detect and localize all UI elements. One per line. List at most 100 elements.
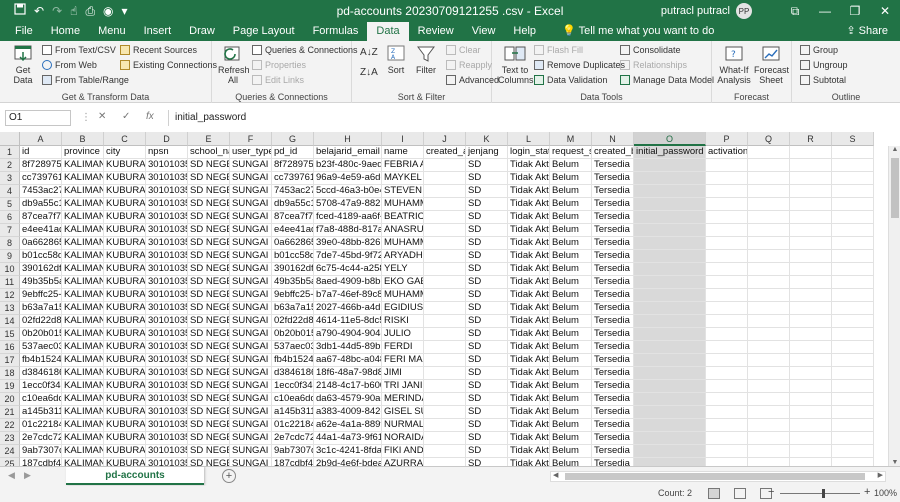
table-cell[interactable]: KUBURAYA: [104, 159, 146, 172]
table-cell[interactable]: [790, 458, 832, 466]
insert-function-icon[interactable]: fx: [146, 111, 154, 122]
column-header-h[interactable]: H: [314, 132, 382, 146]
column-header-q[interactable]: Q: [748, 132, 790, 146]
table-cell[interactable]: fb4b1524-: [272, 354, 314, 367]
table-cell[interactable]: SD NEGERI: [188, 315, 230, 328]
header-cell[interactable]: created_b: [592, 146, 634, 159]
table-cell[interactable]: 30101035: [146, 458, 188, 466]
table-cell[interactable]: [832, 289, 874, 302]
table-cell[interactable]: SD NEGERI: [188, 445, 230, 458]
table-cell[interactable]: Tersedia: [592, 159, 634, 172]
row-header[interactable]: 9: [0, 250, 20, 263]
table-cell[interactable]: KUBURAYA: [104, 393, 146, 406]
table-cell[interactable]: [832, 328, 874, 341]
close-icon[interactable]: ✕: [870, 0, 900, 22]
scroll-left-icon[interactable]: ◀: [553, 471, 558, 479]
table-cell[interactable]: ARYADHIKA: [382, 250, 424, 263]
table-cell[interactable]: [634, 354, 706, 367]
column-header-m[interactable]: M: [550, 132, 592, 146]
table-cell[interactable]: KALIMANT: [62, 185, 104, 198]
table-cell[interactable]: [748, 289, 790, 302]
table-cell[interactable]: [424, 367, 466, 380]
cancel-icon[interactable]: ✕: [98, 111, 106, 122]
table-cell[interactable]: [706, 419, 748, 432]
table-cell[interactable]: Belum: [550, 185, 592, 198]
table-cell[interactable]: 2148-4c17-b600-4: [314, 380, 382, 393]
table-cell[interactable]: Tidak Akti: [508, 393, 550, 406]
sheet-tab[interactable]: pd-accounts 20230709121255: [66, 467, 204, 498]
table-cell[interactable]: [748, 276, 790, 289]
table-cell[interactable]: 30101035: [146, 445, 188, 458]
table-cell[interactable]: KALIMANT: [62, 328, 104, 341]
table-cell[interactable]: 2027-466b-a4d6-: [314, 302, 382, 315]
table-cell[interactable]: SUNGAI: [230, 458, 272, 466]
table-cell[interactable]: Tersedia: [592, 211, 634, 224]
table-cell[interactable]: [832, 276, 874, 289]
table-cell[interactable]: BEATRICE ESTEVANI: [382, 211, 424, 224]
table-cell[interactable]: 44a1-4a73-9f61-c: [314, 432, 382, 445]
table-cell[interactable]: SUNGAI: [230, 198, 272, 211]
table-cell[interactable]: [748, 328, 790, 341]
table-cell[interactable]: SD: [466, 315, 508, 328]
table-cell[interactable]: 0b20b015-: [272, 328, 314, 341]
table-cell[interactable]: da63-4579-90ad-: [314, 393, 382, 406]
table-cell[interactable]: SD NEGERI: [188, 289, 230, 302]
table-cell[interactable]: [832, 393, 874, 406]
table-cell[interactable]: [748, 224, 790, 237]
table-cell[interactable]: 9ab7307c-: [20, 445, 62, 458]
table-cell[interactable]: STEVEN EDWARDO: [382, 185, 424, 198]
table-cell[interactable]: b01cc58d-: [272, 250, 314, 263]
row-header[interactable]: 24: [0, 445, 20, 458]
table-cell[interactable]: EKO GABRIEL: [382, 276, 424, 289]
table-cell[interactable]: Belum: [550, 276, 592, 289]
table-cell[interactable]: [790, 211, 832, 224]
row-header[interactable]: 20: [0, 393, 20, 406]
table-cell[interactable]: [706, 237, 748, 250]
table-cell[interactable]: KALIMANT: [62, 159, 104, 172]
tab-file[interactable]: File: [6, 22, 42, 41]
table-cell[interactable]: SD: [466, 419, 508, 432]
table-cell[interactable]: 30101035: [146, 315, 188, 328]
table-cell[interactable]: Belum: [550, 211, 592, 224]
horizontal-scrollbar[interactable]: ◀ ▶: [550, 471, 886, 482]
table-cell[interactable]: [832, 367, 874, 380]
table-cell[interactable]: KUBURAYA: [104, 263, 146, 276]
table-cell[interactable]: 30101035: [146, 185, 188, 198]
table-cell[interactable]: Belum: [550, 341, 592, 354]
table-cell[interactable]: 49b35b5a-: [272, 276, 314, 289]
tab-review[interactable]: Review: [409, 22, 463, 41]
table-cell[interactable]: [424, 315, 466, 328]
table-cell[interactable]: [634, 445, 706, 458]
tell-me-search[interactable]: 💡 Tell me what you want to do: [553, 22, 723, 41]
table-cell[interactable]: Tersedia: [592, 354, 634, 367]
camera-icon[interactable]: ◉: [103, 0, 113, 22]
tab-data[interactable]: Data: [367, 22, 409, 41]
table-cell[interactable]: 3c1c-4241-8fda-f: [314, 445, 382, 458]
table-cell[interactable]: Tidak Akti: [508, 419, 550, 432]
table-cell[interactable]: SD NEGERI: [188, 367, 230, 380]
table-cell[interactable]: 8f728975-: [272, 159, 314, 172]
table-cell[interactable]: a145b311-: [20, 406, 62, 419]
table-cell[interactable]: b7a7-46ef-89c8-a: [314, 289, 382, 302]
table-cell[interactable]: Tersedia: [592, 458, 634, 466]
table-cell[interactable]: KALIMANT: [62, 367, 104, 380]
name-box[interactable]: O1: [5, 110, 71, 126]
table-cell[interactable]: MAYKEL FEBRIAN TH: [382, 172, 424, 185]
table-cell[interactable]: SUNGAI: [230, 159, 272, 172]
table-cell[interactable]: 187cdbf4-: [272, 458, 314, 466]
table-cell[interactable]: 7453ac27-: [272, 185, 314, 198]
table-cell[interactable]: Belum: [550, 354, 592, 367]
table-cell[interactable]: [706, 328, 748, 341]
table-cell[interactable]: SD: [466, 445, 508, 458]
table-cell[interactable]: [832, 341, 874, 354]
table-cell[interactable]: SUNGAI: [230, 185, 272, 198]
header-cell[interactable]: id: [20, 146, 62, 159]
prev-sheet-icon[interactable]: ◀: [8, 470, 15, 481]
table-cell[interactable]: Tidak Akti: [508, 224, 550, 237]
table-cell[interactable]: [706, 367, 748, 380]
table-cell[interactable]: 30101035: [146, 263, 188, 276]
table-cell[interactable]: [832, 354, 874, 367]
table-cell[interactable]: [634, 224, 706, 237]
table-cell[interactable]: Tidak Akti: [508, 172, 550, 185]
table-cell[interactable]: a790-4904-904c-f: [314, 328, 382, 341]
